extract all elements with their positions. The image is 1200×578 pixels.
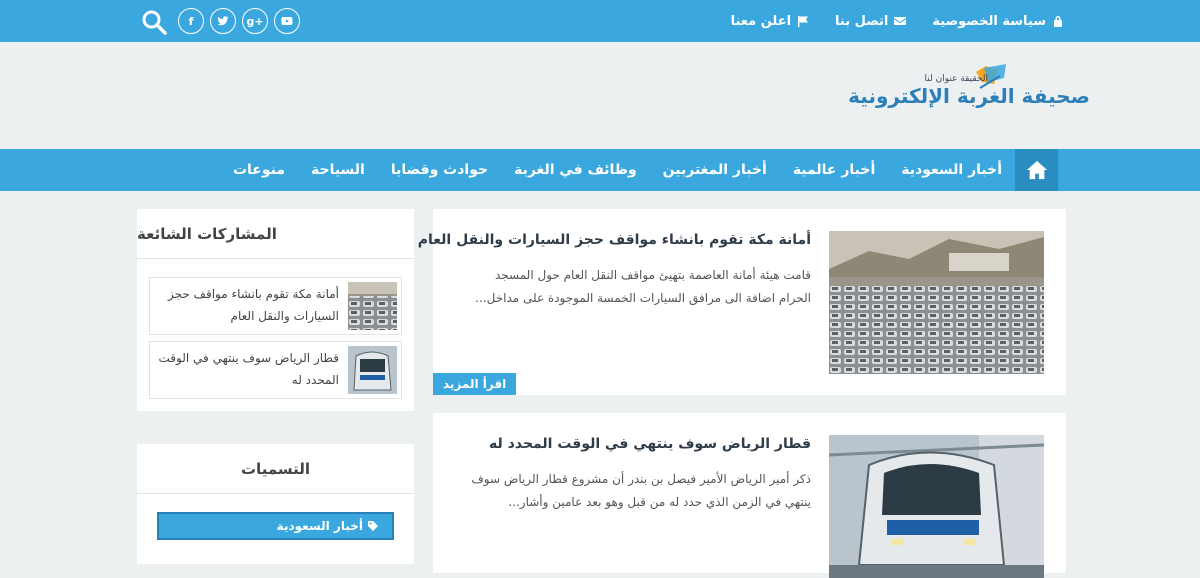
label-saudi-news[interactable]: أخبار السعودية <box>157 512 394 540</box>
facebook-button[interactable]: f <box>178 8 204 34</box>
flag-icon <box>798 16 809 27</box>
contact-link-label: اتصل بنا <box>835 13 889 29</box>
google-plus-icon: g+ <box>246 14 264 28</box>
twitter-button[interactable] <box>210 8 236 34</box>
nav-item-saudi-news[interactable]: أخبار السعودية <box>888 162 1015 178</box>
post-thumbnail-parking[interactable] <box>829 231 1044 374</box>
privacy-link[interactable]: سياسة الخصوصية <box>932 14 1064 29</box>
search-icon <box>142 10 167 35</box>
labels-widget: التسميات أخبار السعودية <box>137 444 414 564</box>
nav-home[interactable] <box>1015 149 1058 191</box>
post-thumbnail-train[interactable] <box>829 435 1044 578</box>
contact-link[interactable]: اتصل بنا <box>835 13 907 29</box>
envelope-icon <box>894 17 907 25</box>
lock-icon <box>1054 16 1062 27</box>
youtube-button[interactable] <box>274 8 300 34</box>
popular-post-item[interactable]: قطار الرياض سوف ينتهي في الوقت المحدد له <box>149 341 402 399</box>
post-excerpt: ذكر أمير الرياض الأمير فيصل بن بندر أن م… <box>471 472 811 509</box>
main-navigation: أخبار السعودية أخبار عالمية أخبار المغتر… <box>0 149 1200 191</box>
home-icon <box>1026 160 1047 180</box>
search-button[interactable] <box>141 9 167 35</box>
facebook-icon: f <box>188 14 194 28</box>
popular-posts-title: المشاركات الشائعة <box>137 209 414 259</box>
nav-item-jobs[interactable]: وظائف في الغربة <box>501 162 650 178</box>
twitter-icon <box>217 16 229 26</box>
popular-post-title: قطار الرياض سوف ينتهي في الوقت المحدد له <box>158 351 339 387</box>
metro-train-thumb <box>348 346 397 394</box>
popular-post-title: أمانة مكة تقوم بانشاء مواقف حجز السيارات… <box>167 287 339 323</box>
tag-icon <box>368 521 378 531</box>
social-links: f g+ <box>178 8 300 34</box>
read-more-button[interactable]: اقرأ المزيد <box>433 373 517 395</box>
logo-tagline: الحقيقة عنوان لنا <box>924 74 988 84</box>
youtube-icon <box>281 17 293 25</box>
popular-post-thumbnail <box>348 282 397 330</box>
label-text: أخبار السعودية <box>276 519 363 533</box>
nav-item-misc[interactable]: منوعات <box>220 162 298 178</box>
google-plus-button[interactable]: g+ <box>242 8 268 34</box>
post-card: قطار الرياض سوف ينتهي في الوقت المحدد له… <box>433 413 1066 578</box>
nav-item-expat-news[interactable]: أخبار المغتربين <box>650 162 780 178</box>
parking-lot-image <box>829 231 1044 374</box>
post-title[interactable]: قطار الرياض سوف ينتهي في الوقت المحدد له <box>489 436 811 452</box>
nav-item-world-news[interactable]: أخبار عالمية <box>780 162 888 178</box>
labels-title: التسميات <box>137 444 414 494</box>
post-title[interactable]: أمانة مكة تقوم بانشاء مواقف حجز السيارات… <box>418 232 811 248</box>
popular-post-item[interactable]: أمانة مكة تقوم بانشاء مواقف حجز السيارات… <box>149 277 402 335</box>
popular-posts-widget: المشاركات الشائعة أمانة مكة تقوم بانشاء … <box>137 209 414 411</box>
nav-item-accidents[interactable]: حوادث وقضايا <box>378 162 501 178</box>
top-links: سياسة الخصوصية اتصل بنا اعلن معنا <box>731 0 1064 42</box>
top-bar: سياسة الخصوصية اتصل بنا اعلن معنا f g+ <box>0 0 1200 42</box>
parking-lot-thumb <box>348 282 397 330</box>
logo-text: صحيفة الغربة الإلكترونية <box>848 84 1090 108</box>
metro-train-image <box>829 435 1044 578</box>
post-card: أمانة مكة تقوم بانشاء مواقف حجز السيارات… <box>418 209 1066 395</box>
advertise-link-label: اعلن معنا <box>730 13 792 29</box>
nav-item-tourism[interactable]: السياحة <box>298 162 378 178</box>
site-logo[interactable]: الحقيقة عنوان لنا صحيفة الغربة الإلكترون… <box>848 62 1100 122</box>
popular-post-thumbnail <box>348 346 397 394</box>
advertise-link[interactable]: اعلن معنا <box>731 14 809 29</box>
post-excerpt: قامت هيئة أمانة العاصمة بتهيئ مواقف النق… <box>475 268 811 305</box>
privacy-link-label: سياسة الخصوصية <box>932 13 1046 29</box>
